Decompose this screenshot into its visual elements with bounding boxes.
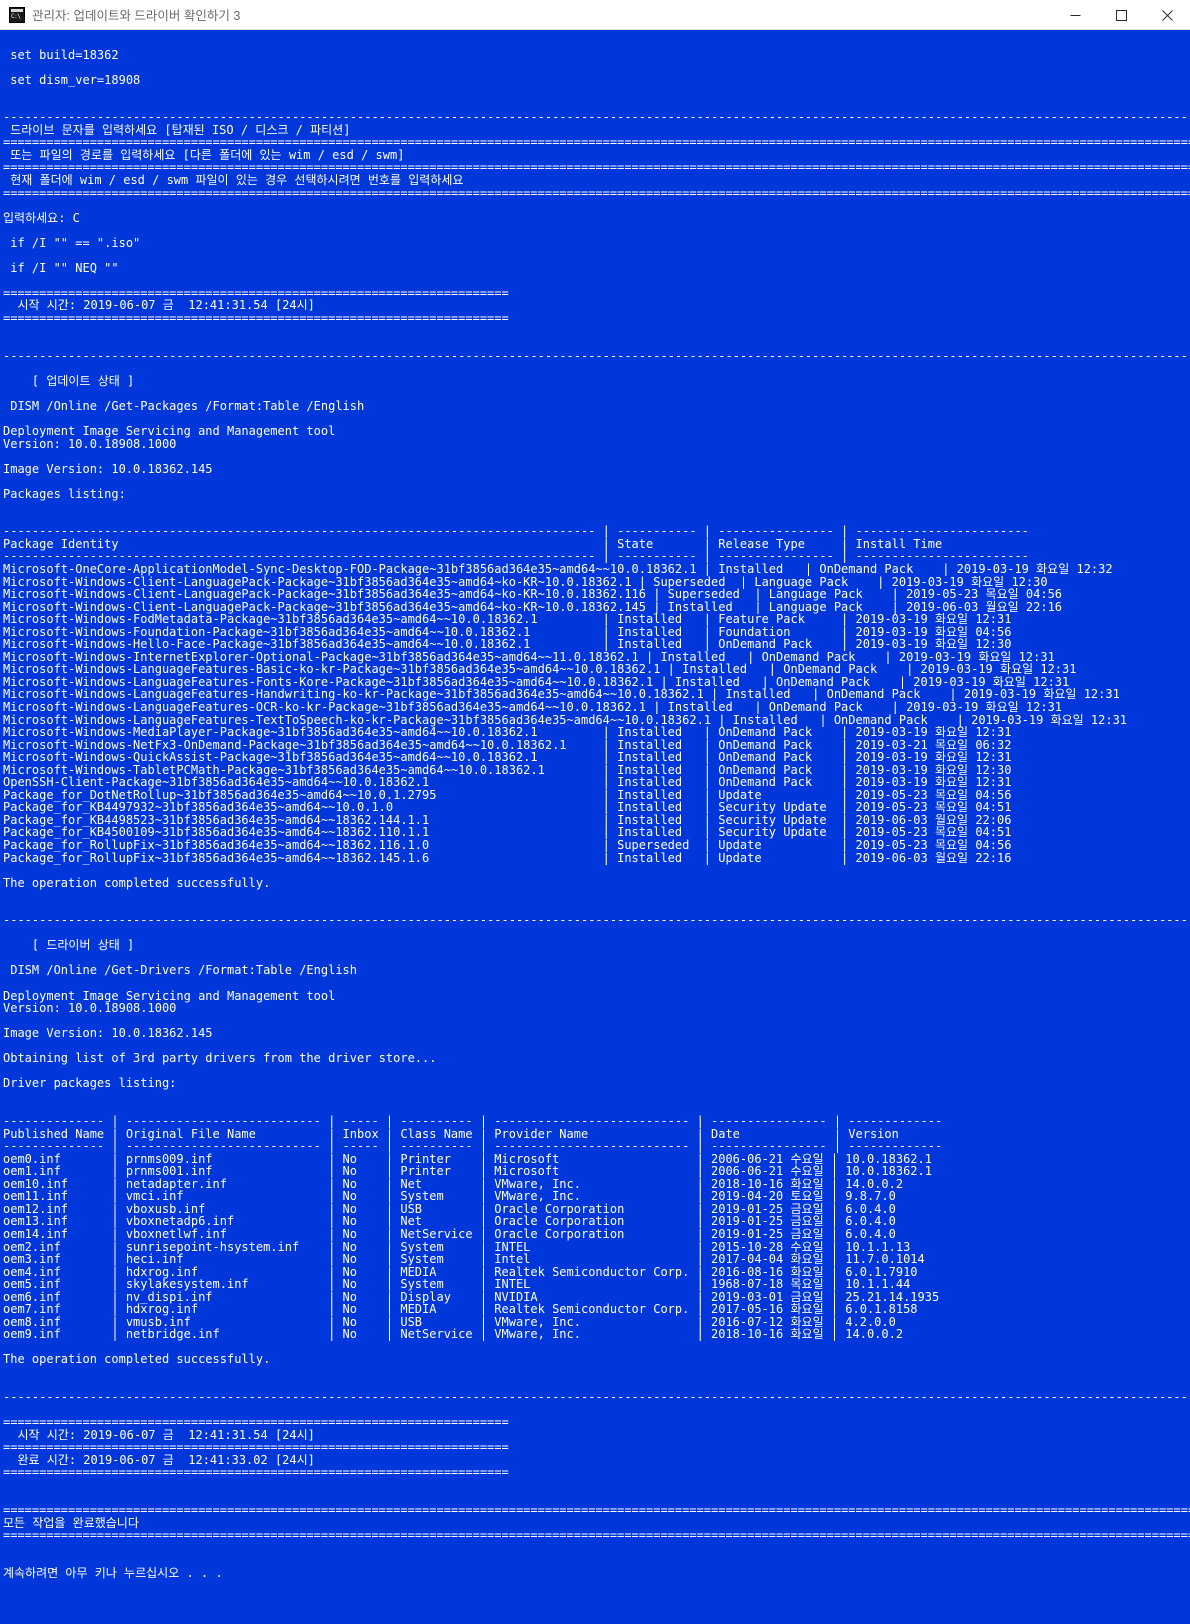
line-set-build: set build=18362	[3, 47, 119, 62]
divider-equals: ========================================…	[3, 311, 509, 326]
packages-table-row: Microsoft-Windows-QuickAssist-Package~31…	[3, 750, 1019, 765]
drivers-table-row: oem9.inf | netbridge.inf | No | NetServi…	[3, 1327, 940, 1342]
divider-equals: ========================================…	[3, 1415, 509, 1430]
packages-table-row: Package_for_RollupFix~31bf3856ad364e35~a…	[3, 838, 1019, 852]
packages-table-row: Microsoft-Windows-Hello-Face-Package~31b…	[3, 637, 1019, 652]
window-titlebar[interactable]: C:\ 관리자: 업데이트와 드라이버 확인하기 3	[0, 0, 1190, 30]
divider-dashed: ----------------------------------------…	[3, 110, 1190, 125]
packages-table-row: Microsoft-OneCore-ApplicationModel-Sync-…	[3, 561, 1120, 576]
console-text: set build=18362 set dism_ver=18908 ------…	[0, 36, 1190, 1579]
divider-equals: ========================================…	[3, 1502, 1190, 1517]
window-title: 관리자: 업데이트와 드라이버 확인하기 3	[32, 9, 241, 23]
dism-drivers-cmd: DISM /Online /Get-Drivers /Format:Table …	[3, 963, 358, 978]
packages-table-row: Package_for_RollupFix~31bf3856ad364e35~a…	[3, 850, 1019, 865]
drivers-table-row: oem7.inf | hdxrog.inf | No | MEDIA | Rea…	[3, 1302, 940, 1317]
packages-operation-completed: The operation completed successfully.	[3, 875, 271, 890]
drivers-table-row: oem11.inf | vmci.inf | No | System | VMw…	[3, 1189, 940, 1204]
line-set-dism-ver: set dism_ver=18908	[3, 72, 141, 87]
driver-status-header: [ 드라이버 상태 ]	[3, 938, 135, 953]
drivers-table-row: oem14.inf | vboxnetlwf.inf | No | NetSer…	[3, 1226, 940, 1241]
close-button[interactable]	[1144, 0, 1190, 30]
divider-equals: ========================================…	[3, 1528, 1190, 1543]
console-output-area[interactable]: set build=18362 set dism_ver=18908 ------…	[0, 30, 1190, 1624]
divider-equals: ========================================…	[3, 1440, 509, 1455]
packages-table-rule: ----------------------------------------…	[3, 524, 1029, 539]
packages-table-row: Microsoft-Windows-MediaPlayer-Package~31…	[3, 725, 1019, 740]
divider-dashed: ----------------------------------------…	[3, 1390, 1190, 1405]
line-if-iso: if /I "" == ".iso"	[3, 235, 141, 250]
input-line: 입력하세요: C	[3, 210, 80, 225]
image-version: Image Version: 10.0.18362.145	[3, 1026, 213, 1041]
packages-listing-label: Packages listing:	[3, 486, 126, 501]
dism-tool-name: Deployment Image Servicing and Managemen…	[3, 423, 336, 438]
prompt-number: 현재 폴더에 wim / esd / swm 파일이 있는 경우 선택하시려면 …	[3, 173, 464, 188]
line-if-neq: if /I "" NEQ ""	[3, 260, 119, 275]
drivers-table-rule: -------------- | -----------------------…	[3, 1114, 943, 1129]
drivers-table-row: oem5.inf | skylakesystem.inf | No | Syst…	[3, 1277, 940, 1292]
drivers-table-rule: -------------- | -----------------------…	[3, 1139, 943, 1154]
update-status-header: [ 업데이트 상태 ]	[3, 373, 135, 388]
drivers-table-row: oem3.inf | heci.inf | No | System | Inte…	[3, 1252, 940, 1267]
dism-tool-version: Version: 10.0.18908.1000	[3, 1001, 177, 1016]
packages-table-row: Microsoft-Windows-LanguageFeatures-Basic…	[3, 662, 1084, 677]
driver-listing-label: Driver packages listing:	[3, 1076, 177, 1091]
minimize-button[interactable]	[1052, 0, 1098, 30]
drivers-table-row: oem1.inf | prnms001.inf | No | Printer |…	[3, 1164, 940, 1179]
image-version: Image Version: 10.0.18362.145	[3, 461, 213, 476]
divider-dashed: ----------------------------------------…	[3, 348, 1190, 363]
divider-equals: ========================================…	[3, 185, 1190, 200]
dism-tool-version: Version: 10.0.18908.1000	[3, 436, 177, 451]
divider-dashed: ----------------------------------------…	[3, 913, 1190, 928]
packages-table-row: Microsoft-Windows-FodMetadata-Package~31…	[3, 612, 1019, 627]
drivers-operation-completed: The operation completed successfully.	[3, 1352, 271, 1367]
window-controls	[1052, 0, 1190, 30]
divider-equals: ========================================…	[3, 1465, 509, 1480]
packages-table-row: Microsoft-Windows-LanguageFeatures-OCR-k…	[3, 699, 1070, 714]
press-any-key-message: 계속하려면 아무 키나 누르십시오 . . .	[3, 1565, 223, 1580]
maximize-button[interactable]	[1098, 0, 1144, 30]
console-icon: C:\	[9, 6, 25, 23]
packages-table-row: OpenSSH-Client-Package~31bf3856ad364e35~…	[3, 775, 1019, 790]
dism-packages-cmd: DISM /Online /Get-Packages /Format:Table…	[3, 398, 365, 413]
obtaining-drivers: Obtaining list of 3rd party drivers from…	[3, 1051, 437, 1066]
dism-tool-name: Deployment Image Servicing and Managemen…	[3, 988, 336, 1003]
packages-table-row: Microsoft-Windows-Client-LanguagePack-Pa…	[3, 587, 1070, 602]
